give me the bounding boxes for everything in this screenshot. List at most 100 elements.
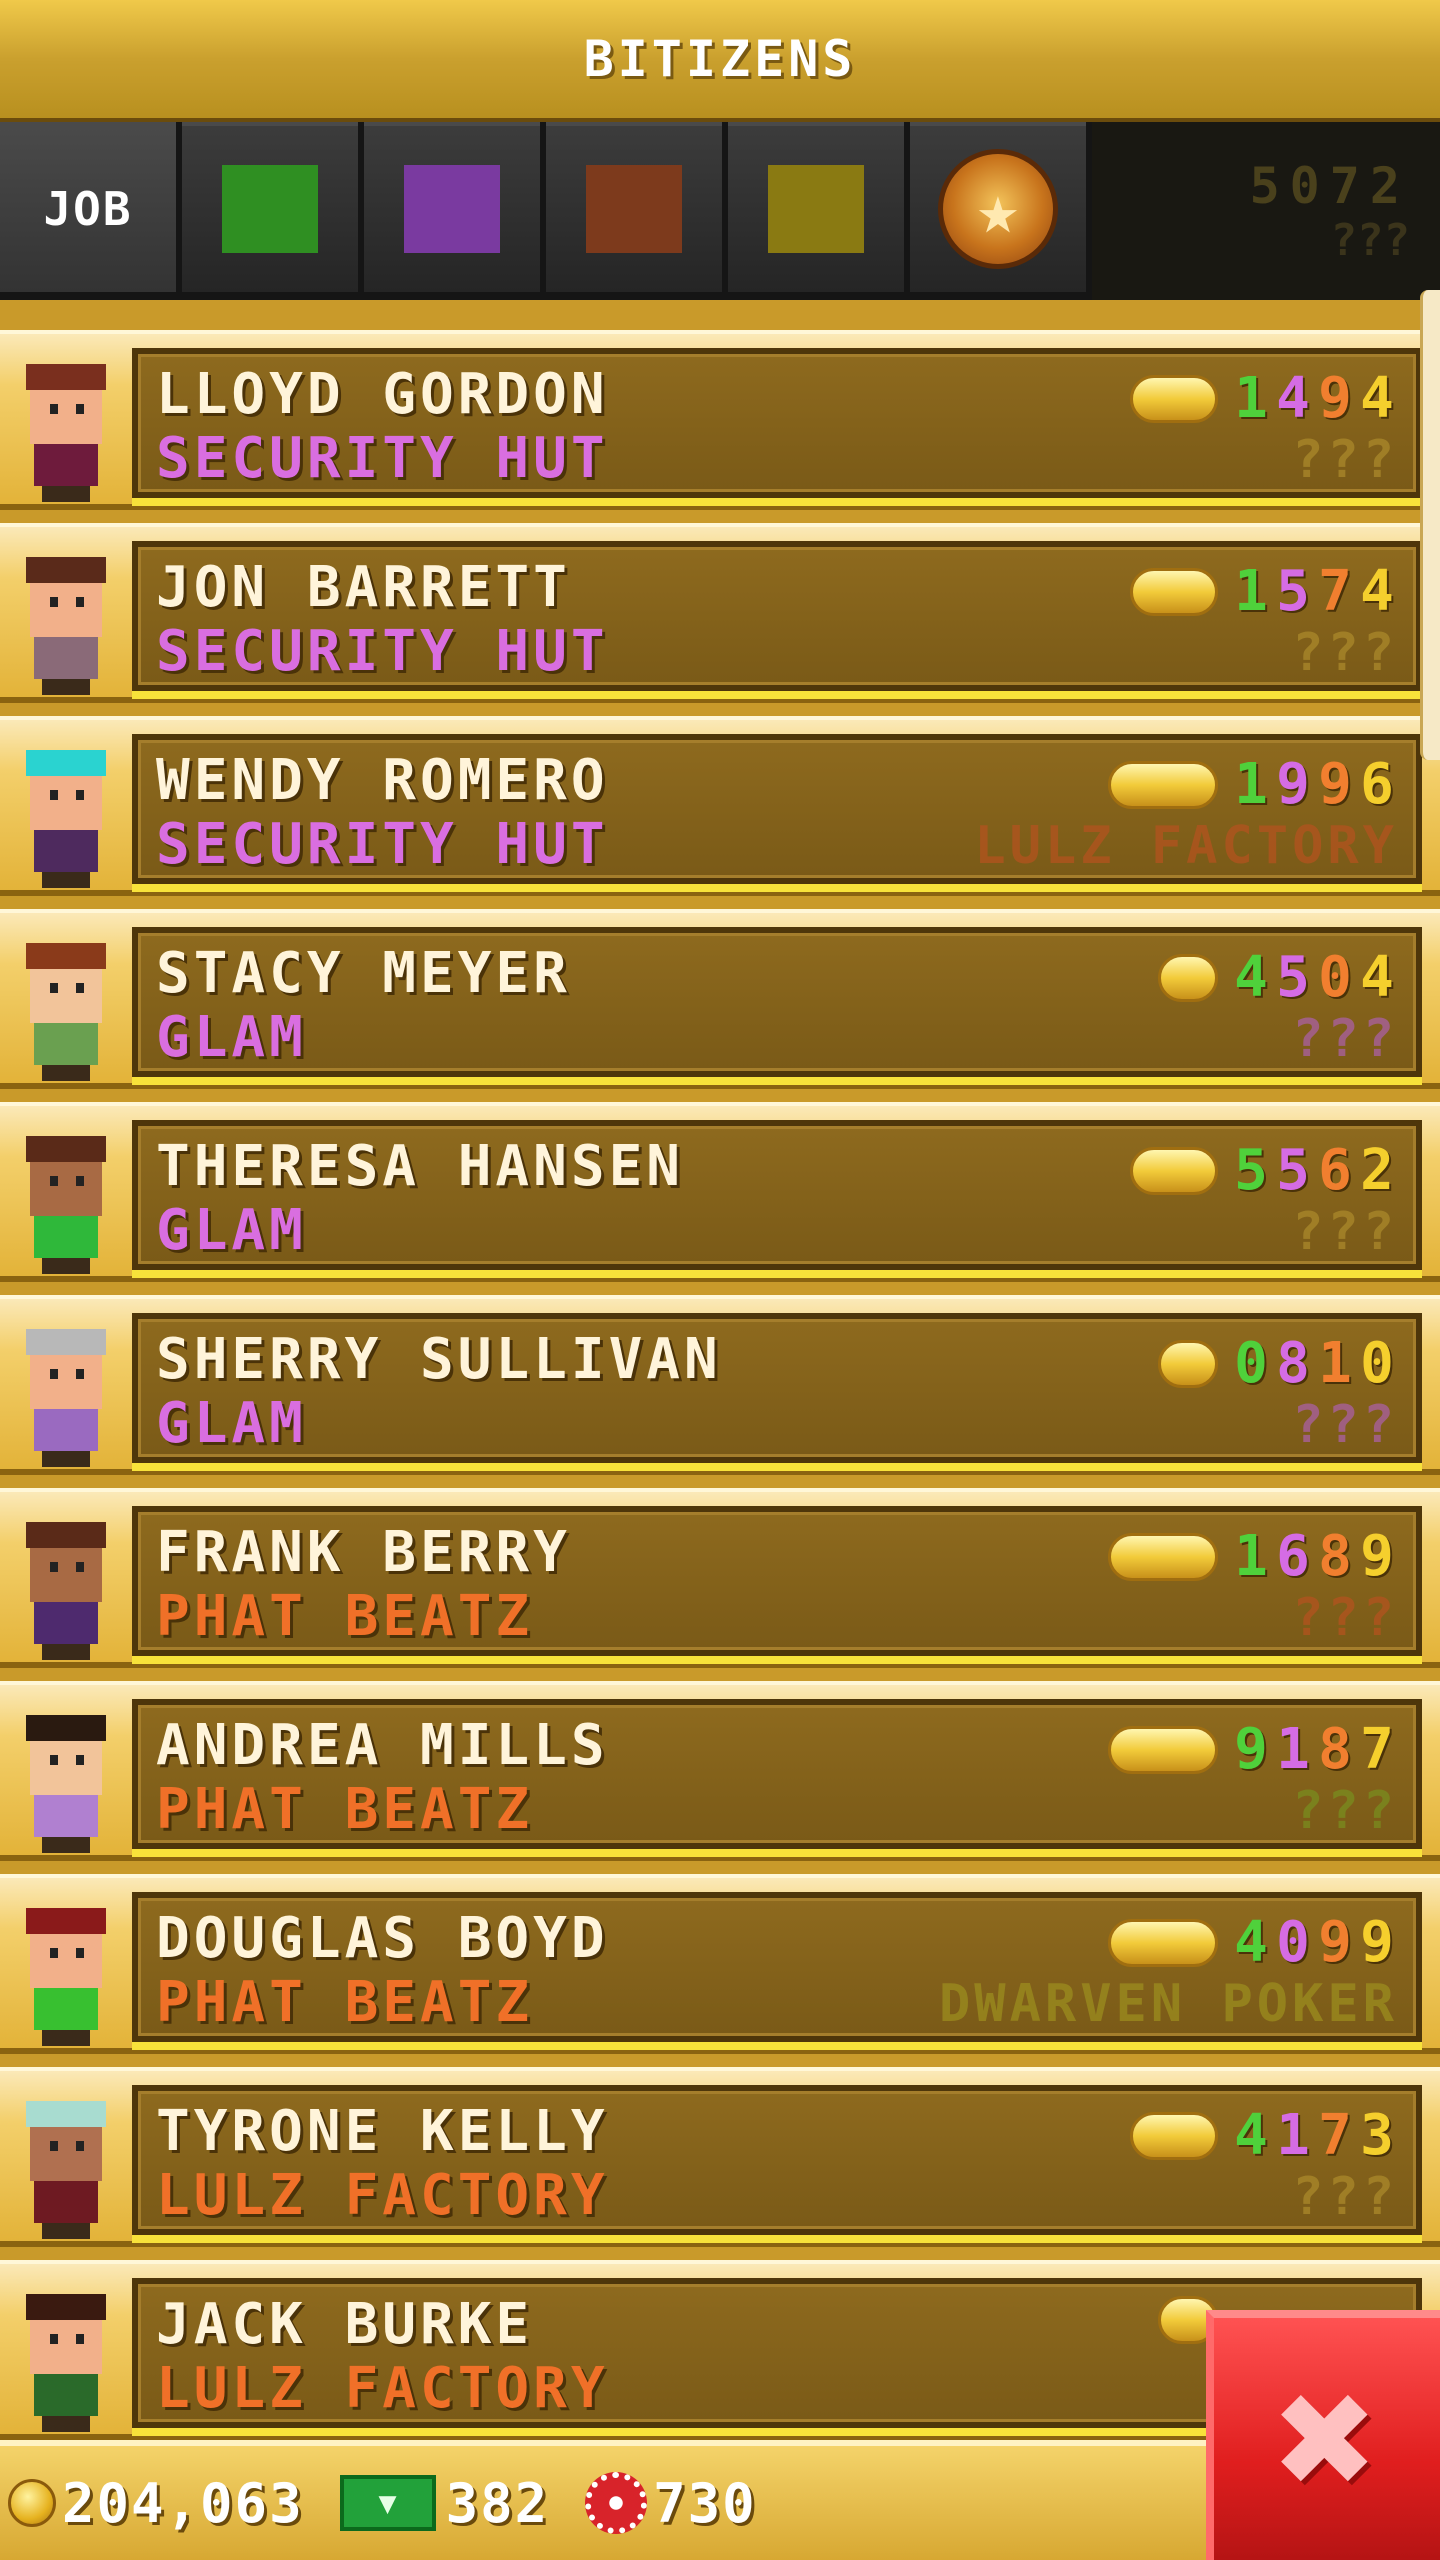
skill-digit: 0: [1234, 1331, 1268, 1396]
tab-summary: 5072 ???: [1092, 122, 1440, 300]
bitizen-row[interactable]: JON BARRETT SECURITY HUT 1 5 7 4???: [0, 523, 1440, 703]
avatar: [16, 557, 116, 697]
avatar: [16, 1136, 116, 1276]
skill-digits: 4099: [1108, 1910, 1398, 1975]
bitizen-job: LULZ FACTORY: [156, 2163, 609, 2228]
bitizen-panel: SHERRY SULLIVAN GLAM 0 8 1 0???: [132, 1313, 1422, 1463]
bitizen-job: GLAM: [156, 1391, 307, 1456]
bitizen-job: PHAT BEATZ: [156, 1777, 534, 1842]
skill-digit: 4: [1234, 2103, 1268, 2168]
tab-job[interactable]: JOB: [0, 122, 176, 292]
coin-stack-icon: [1158, 1339, 1218, 1388]
skill-digit: 6: [1276, 1524, 1310, 1589]
dream-job: ???: [1292, 2167, 1398, 2227]
bitizen-panel: TYRONE KELLY LULZ FACTORY 4 1 7 3???: [132, 2085, 1422, 2235]
bitizen-row[interactable]: LLOYD GORDON SECURITY HUT 1 4 9 4???: [0, 330, 1440, 510]
bitizen-name: TYRONE KELLY: [156, 2099, 609, 2164]
tab-job-label: JOB: [43, 182, 133, 236]
skill-digit: 5: [1276, 945, 1310, 1010]
tab-dream-job[interactable]: ★: [910, 122, 1086, 292]
tab-service[interactable]: [364, 122, 540, 292]
skill-digit: 4: [1360, 366, 1394, 431]
bitizen-panel: STACY MEYER GLAM 4 5 0 4???: [132, 927, 1422, 1077]
bitizen-row[interactable]: DOUGLAS BOYD PHAT BEATZ 4 0 9 9 DWARVEN POKER: [0, 1874, 1440, 2054]
skill-digit: 6: [1318, 1138, 1352, 1203]
scrollbar[interactable]: [1420, 290, 1440, 760]
skill-digit: 9: [1318, 752, 1352, 817]
skill-digit: 8: [1318, 1717, 1352, 1782]
avatar: [16, 1522, 116, 1662]
skill-digit: 4: [1234, 945, 1268, 1010]
bitizen-row[interactable]: THERESA HANSEN GLAM 5 5 6 2???: [0, 1102, 1440, 1282]
avatar: [16, 1329, 116, 1469]
dream-job: ???: [1292, 1781, 1398, 1841]
skill-digit: 7: [1318, 2103, 1352, 2168]
skill-digit: 7: [1360, 1717, 1394, 1782]
tab-recreation[interactable]: [546, 122, 722, 292]
skill-digit: 5: [1276, 559, 1310, 624]
coin-stack-icon: [1130, 374, 1218, 423]
skill-digit: 9: [1318, 366, 1352, 431]
bitizen-panel: WENDY ROMERO SECURITY HUT 1 9 9 6 LULZ FACTORY: [132, 734, 1422, 884]
coin-stack-icon: [1130, 1146, 1218, 1195]
dream-job: ???: [1292, 430, 1398, 490]
skill-digits: 0810: [1158, 1331, 1398, 1396]
dream-job: DWARVEN POKER: [939, 1974, 1398, 2034]
dream-job: ???: [1292, 1202, 1398, 1262]
avatar: [16, 2294, 116, 2434]
skill-digit: 6: [1360, 752, 1394, 817]
skill-digit: 9: [1234, 1717, 1268, 1782]
bitizen-name: ANDREA MILLS: [156, 1713, 609, 1778]
skill-digits: 5562: [1130, 1138, 1398, 1203]
bitizen-row[interactable]: SHERRY SULLIVAN GLAM 0 8 1 0???: [0, 1295, 1440, 1475]
coin-stack-icon: [1108, 1532, 1218, 1581]
dream-job: LULZ FACTORY: [974, 816, 1398, 876]
summary-dream: ???: [1330, 214, 1410, 266]
bitizen-row[interactable]: TYRONE KELLY LULZ FACTORY 4 1 7 3???: [0, 2067, 1440, 2247]
skill-digit: 0: [1276, 1910, 1310, 1975]
skill-digit: 8: [1276, 1331, 1310, 1396]
bitizen-row[interactable]: ANDREA MILLS PHAT BEATZ 9 1 8 7???: [0, 1681, 1440, 1861]
bitizen-name: JON BARRETT: [156, 555, 571, 620]
skill-digit: 0: [1318, 945, 1352, 1010]
skill-digits: 9187: [1108, 1717, 1398, 1782]
skill-digit: 9: [1318, 1910, 1352, 1975]
bitizen-row[interactable]: STACY MEYER GLAM 4 5 0 4???: [0, 909, 1440, 1089]
bitizen-name: FRANK BERRY: [156, 1520, 571, 1585]
coin-stack-icon: [1108, 1918, 1218, 1967]
avatar: [16, 2101, 116, 2241]
bitizen-row[interactable]: FRANK BERRY PHAT BEATZ 1 6 8 9???: [0, 1488, 1440, 1668]
bitizen-panel: LLOYD GORDON SECURITY HUT 1 4 9 4???: [132, 348, 1422, 498]
skill-digit: 2: [1360, 1138, 1394, 1203]
bitizen-job: SECURITY HUT: [156, 812, 609, 877]
close-button[interactable]: ✖: [1206, 2310, 1440, 2560]
skill-digit: 8: [1318, 1524, 1352, 1589]
skill-digit: 4: [1360, 559, 1394, 624]
bitizen-name: WENDY ROMERO: [156, 748, 609, 813]
bitizen-name: JACK BURKE: [156, 2292, 534, 2357]
skill-digit: 4: [1276, 366, 1310, 431]
skill-digit: 4: [1360, 945, 1394, 1010]
skill-digit: 1: [1276, 1717, 1310, 1782]
skill-digit: 1: [1234, 752, 1268, 817]
bitizen-name: THERESA HANSEN: [156, 1134, 685, 1199]
coin-stack-icon: [1108, 760, 1218, 809]
bitizen-job: PHAT BEATZ: [156, 1970, 534, 2035]
tab-retail[interactable]: [728, 122, 904, 292]
dream-job: ???: [1292, 1588, 1398, 1648]
bux-value: 382: [445, 2471, 550, 2535]
title-bar: BITIZENS: [0, 0, 1440, 122]
skill-digit: 1: [1276, 2103, 1310, 2168]
service-swatch-icon: [404, 165, 500, 253]
skill-digit: 5: [1276, 1138, 1310, 1203]
bitizen-list[interactable]: LLOYD GORDON SECURITY HUT 1 4 9 4??? JON BARRE…: [0, 300, 1440, 2440]
avatar: [16, 750, 116, 890]
bitizen-row[interactable]: WENDY ROMERO SECURITY HUT 1 9 9 6 LULZ FACTORY: [0, 716, 1440, 896]
bitizen-job: SECURITY HUT: [156, 619, 609, 684]
coin-stack-icon: [1130, 567, 1218, 616]
bitizen-name: SHERRY SULLIVAN: [156, 1327, 722, 1392]
tab-food[interactable]: [182, 122, 358, 292]
coin-stack-icon: [1108, 1725, 1218, 1774]
food-swatch-icon: [222, 165, 318, 253]
skill-digit: 1: [1234, 366, 1268, 431]
